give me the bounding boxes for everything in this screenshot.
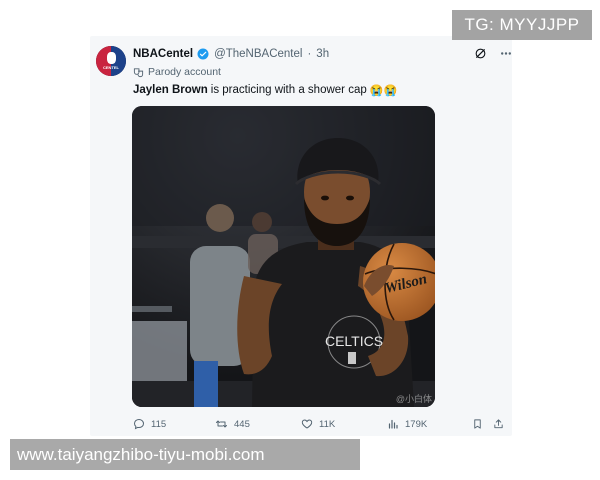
reply-icon (133, 418, 145, 430)
display-name[interactable]: NBACentel (133, 48, 193, 60)
more-icon[interactable] (499, 47, 513, 60)
repost-count: 445 (234, 418, 250, 430)
telegram-watermark-badge: TG: MYYJJPP (452, 10, 592, 40)
url-watermark-banner: www.taiyangzhibo-tiyu-mobi.com (10, 439, 360, 470)
share-icon (494, 419, 503, 429)
views-action[interactable]: 179K (387, 416, 427, 432)
like-action[interactable]: 11K (301, 416, 335, 432)
bookmark-action[interactable] (472, 416, 483, 432)
handle[interactable]: @TheNBACentel (214, 48, 302, 60)
parody-account-label: Parody account (133, 65, 221, 79)
parody-text: Parody account (148, 66, 221, 78)
avatar-text: CENTEL (103, 65, 119, 70)
tweet-text-bold: Jaylen Brown (133, 84, 208, 96)
profile-avatar[interactable]: CENTEL (96, 46, 126, 76)
photo-watermark: @小白体 (396, 393, 432, 404)
like-count: 11K (319, 418, 336, 430)
grok-icon[interactable] (474, 47, 487, 60)
verified-badge-icon (197, 48, 209, 60)
tweet-action-bar: 115 445 11K 179K (133, 416, 508, 432)
views-chart-icon (388, 419, 398, 429)
tweet-text-body: is practicing with a shower cap (210, 84, 367, 96)
tweet-header: NBACentel @TheNBACentel · 3h (133, 46, 329, 62)
reply-count: 115 (151, 418, 167, 430)
view-count: 179K (405, 418, 428, 430)
tweet-photo[interactable]: CELTICS Wilson @小白体 (132, 106, 435, 407)
share-action[interactable] (493, 416, 504, 432)
reply-action[interactable]: 115 (133, 416, 166, 432)
basketball-player-photo: CELTICS Wilson @小白体 (132, 106, 435, 407)
tweet-top-actions (474, 47, 513, 60)
crying-emoji: 😭😭 (369, 84, 398, 97)
jersey-text: CELTICS (325, 333, 383, 349)
bookmark-icon (474, 419, 481, 429)
repost-action[interactable]: 445 (215, 416, 250, 432)
repost-icon (216, 420, 227, 428)
heart-icon (301, 419, 313, 429)
timestamp[interactable]: 3h (316, 48, 329, 60)
avatar-logo-silhouette (107, 52, 116, 64)
tweet-text: Jaylen Brown is practicing with a shower… (133, 82, 397, 98)
theater-masks-icon (133, 67, 144, 77)
separator-dot: · (307, 48, 312, 60)
